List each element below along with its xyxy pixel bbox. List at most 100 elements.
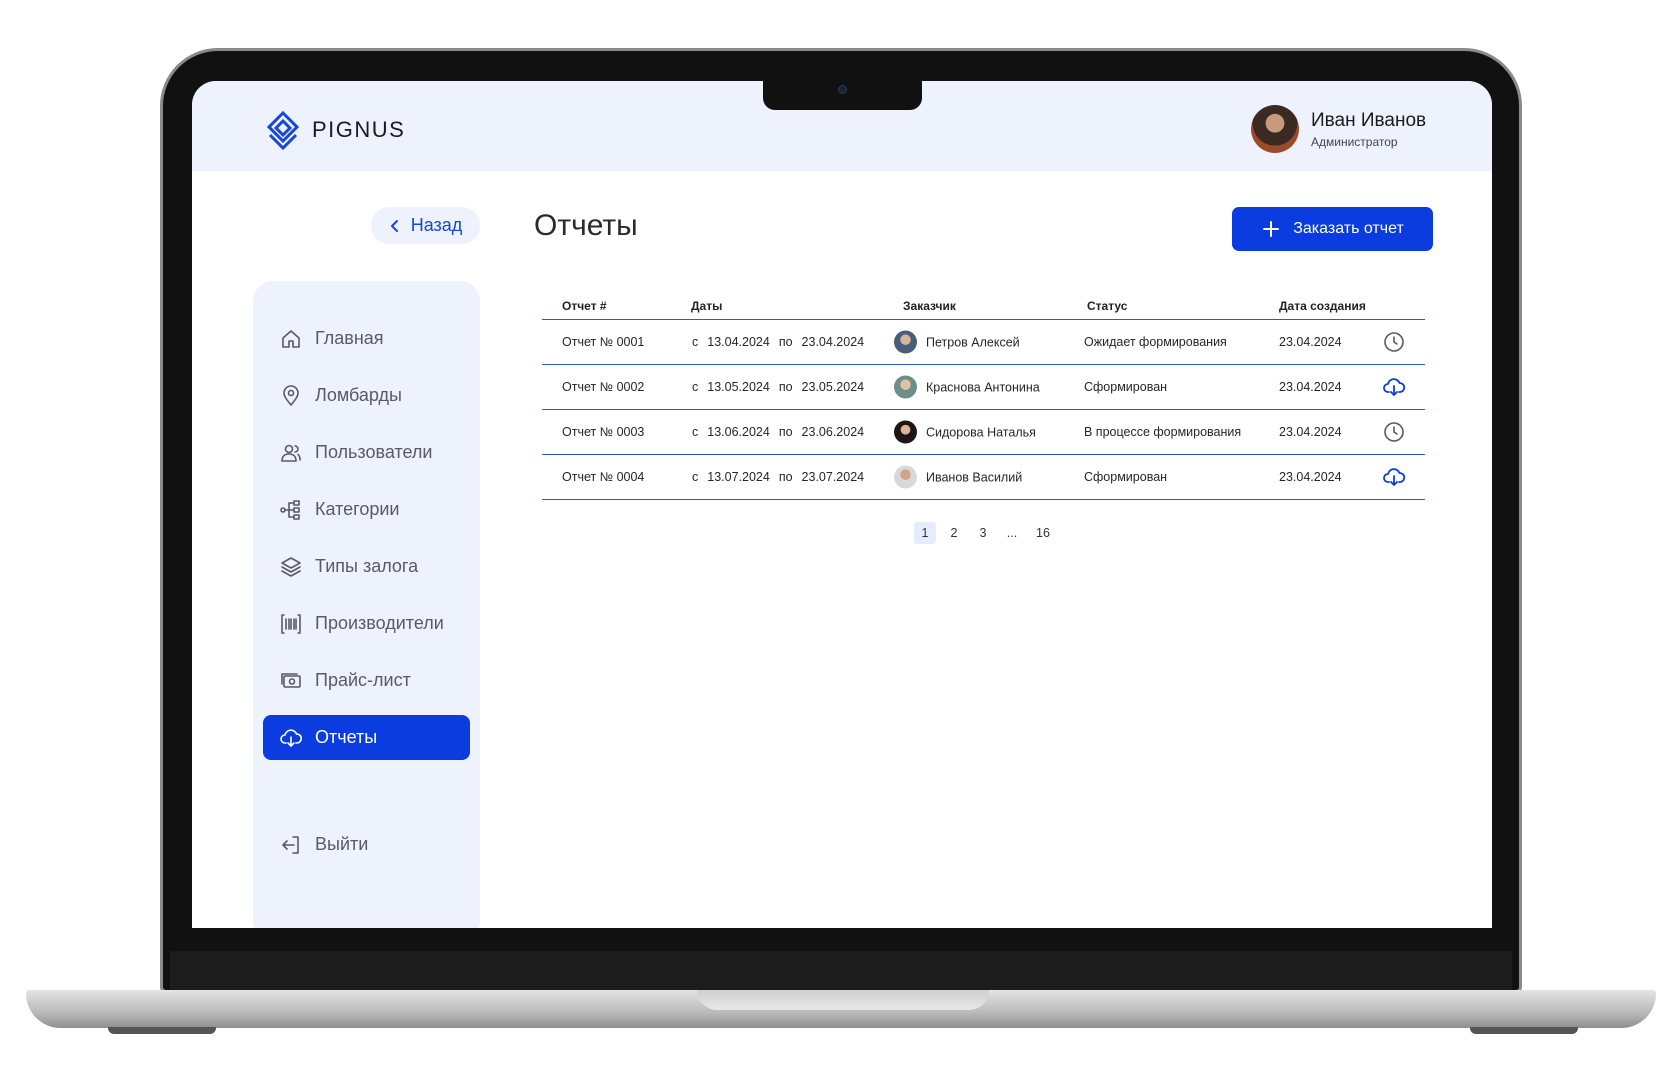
cloud-download-icon[interactable] <box>1382 465 1406 489</box>
sidebar-item-users[interactable]: Пользователи <box>263 430 470 475</box>
order-report-button[interactable]: Заказать отчет <box>1232 207 1433 251</box>
sidebar-item-reports[interactable]: Отчеты <box>263 715 470 760</box>
date-from-prefix: с <box>692 470 699 484</box>
date-range: с 13.06.2024 по 23.06.2024 <box>692 425 864 439</box>
date-from: 13.06.2024 <box>707 425 770 439</box>
back-button[interactable]: Назад <box>371 207 480 244</box>
reports-table: Отчет # Даты Заказчик Статус Дата создан… <box>542 287 1425 500</box>
date-range: с 13.04.2024 по 23.04.2024 <box>692 335 864 349</box>
date-to: 23.06.2024 <box>801 425 865 439</box>
pagination: 1 2 3 ... 16 <box>914 522 1063 544</box>
table-row[interactable]: Отчет № 0003 с 13.06.2024 по 23.06.2024 … <box>542 410 1425 455</box>
money-icon <box>281 672 301 688</box>
report-number: Отчет № 0001 <box>562 335 645 349</box>
user-info: Иван Иванов Администратор <box>1311 110 1426 149</box>
status-text: Сформирован <box>1084 380 1168 394</box>
status-text: Ожидает формирования <box>1084 335 1227 349</box>
sidebar-item-label: Ломбарды <box>315 385 402 405</box>
customer-name: Петров Алексей <box>926 335 1020 349</box>
sidebar-item-categories[interactable]: Категории <box>263 487 470 532</box>
avatar <box>894 375 917 399</box>
app-screen: PIGNUS Иван Иванов Администратор Назад Г… <box>192 81 1492 928</box>
table-header: Отчет # Даты Заказчик Статус Дата создан… <box>542 287 1425 320</box>
user-avatar <box>1251 105 1299 153</box>
column-header-customer: Заказчик <box>903 299 956 313</box>
logout-icon <box>282 835 299 854</box>
column-header-report: Отчет # <box>562 299 607 313</box>
clock-icon[interactable] <box>1382 330 1406 354</box>
cloud-download-icon[interactable] <box>1382 375 1406 399</box>
laptop-foot-right <box>1470 1027 1578 1034</box>
date-to-prefix: по <box>778 335 793 349</box>
home-icon <box>282 329 300 348</box>
camera-notch <box>763 81 922 110</box>
map-pin-icon <box>283 384 299 406</box>
sidebar-item-label: Отчеты <box>315 727 378 747</box>
sidebar-item-label: Прайс-лист <box>315 670 411 690</box>
tree-icon <box>280 499 300 520</box>
date-to-prefix: по <box>778 380 793 394</box>
report-number: Отчет № 0004 <box>562 470 645 484</box>
clock-icon[interactable] <box>1382 420 1406 444</box>
date-from-prefix: с <box>692 335 699 349</box>
barcode-icon <box>281 613 301 634</box>
page-16[interactable]: 16 <box>1030 522 1056 544</box>
layers-icon <box>281 556 301 577</box>
column-header-created: Дата создания <box>1279 299 1366 313</box>
sidebar-item-pledge-types[interactable]: Типы залога <box>263 544 470 589</box>
date-to: 23.04.2024 <box>801 335 865 349</box>
laptop-chin <box>170 951 1512 991</box>
table-row[interactable]: Отчет № 0001 с 13.04.2024 по 23.04.2024 … <box>542 320 1425 365</box>
avatar <box>894 465 917 489</box>
users-icon <box>281 444 301 462</box>
table-row[interactable]: Отчет № 0002 с 13.05.2024 по 23.05.2024 … <box>542 365 1425 410</box>
brand-logo[interactable]: PIGNUS <box>262 109 405 151</box>
sidebar-item-pawnshops[interactable]: Ломбарды <box>263 373 470 418</box>
report-number: Отчет № 0002 <box>562 380 645 394</box>
brand-name: PIGNUS <box>312 117 406 142</box>
customer: Краснова Антонина <box>894 375 1040 399</box>
page-3[interactable]: 3 <box>972 522 994 544</box>
column-header-status: Статус <box>1087 299 1128 313</box>
date-from: 13.07.2024 <box>707 470 770 484</box>
page-2[interactable]: 2 <box>943 522 965 544</box>
user-role: Администратор <box>1311 134 1398 149</box>
cloud-download-icon <box>280 728 303 747</box>
sidebar-item-manufacturers[interactable]: Производители <box>263 601 470 646</box>
date-from-prefix: с <box>692 380 699 394</box>
date-to-prefix: по <box>778 425 793 439</box>
column-header-dates: Даты <box>691 299 723 313</box>
sidebar-item-home[interactable]: Главная <box>263 316 470 361</box>
camera-icon <box>838 85 847 94</box>
page-ellipsis: ... <box>1006 526 1018 540</box>
customer-name: Сидорова Наталья <box>926 425 1036 439</box>
date-range: с 13.05.2024 по 23.05.2024 <box>692 380 864 394</box>
status-text: Сформирован <box>1084 470 1168 484</box>
user-name: Иван Иванов <box>1311 109 1427 131</box>
date-to-prefix: по <box>778 470 793 484</box>
date-from: 13.04.2024 <box>707 335 770 349</box>
created-date: 23.04.2024 <box>1279 425 1342 439</box>
date-to: 23.07.2024 <box>801 470 865 484</box>
status-text: В процессе формирования <box>1084 425 1242 439</box>
sidebar-item-price-list[interactable]: Прайс-лист <box>263 658 470 703</box>
page-title: Отчеты <box>534 209 638 242</box>
sidebar-item-label: Производители <box>315 613 444 633</box>
back-button-label: Назад <box>410 215 463 235</box>
created-date: 23.04.2024 <box>1279 470 1342 484</box>
report-number: Отчет № 0003 <box>562 425 645 439</box>
pignus-logo-icon <box>266 110 300 151</box>
logout-label: Выйти <box>315 834 369 854</box>
order-report-label: Заказать отчет <box>1293 220 1404 237</box>
customer: Петров Алексей <box>894 330 1020 354</box>
date-from: 13.05.2024 <box>707 380 770 394</box>
customer: Сидорова Наталья <box>894 420 1036 444</box>
sidebar: Главная Ломбарды Пользователи Категории … <box>253 281 480 928</box>
date-to: 23.05.2024 <box>801 380 865 394</box>
date-from-prefix: с <box>692 425 699 439</box>
table-row[interactable]: Отчет № 0004 с 13.07.2024 по 23.07.2024 … <box>542 455 1425 500</box>
user-profile[interactable]: Иван Иванов Администратор <box>1251 105 1426 153</box>
logout-button[interactable]: Выйти <box>263 822 470 867</box>
page-1[interactable]: 1 <box>914 522 936 544</box>
customer: Иванов Василий <box>894 465 1022 489</box>
